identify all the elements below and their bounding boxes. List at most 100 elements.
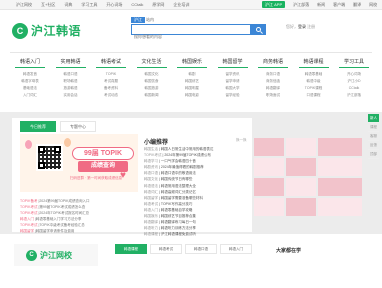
category-link[interactable]: 韩语翻译 — [253, 85, 293, 92]
promo-tile[interactable] — [254, 138, 284, 156]
category-link[interactable]: 开心词场 — [334, 71, 374, 78]
top-link[interactable]: 网校 — [369, 1, 377, 8]
category-link[interactable]: 口语课程 — [294, 92, 334, 99]
category-link[interactable]: CCtalk — [334, 85, 374, 92]
top-link[interactable]: 学习工具 — [81, 1, 97, 8]
promo-tile[interactable] — [318, 198, 362, 216]
promo-tile[interactable] — [286, 178, 316, 196]
top-link[interactable]: 沪江网校 — [16, 1, 32, 8]
category-link[interactable]: 韩语口语 — [51, 71, 91, 78]
category-link[interactable]: 韩语中级 — [294, 78, 334, 85]
category-link[interactable]: 韩国新闻 — [132, 92, 172, 99]
category-link[interactable]: TOPIK — [91, 71, 131, 78]
promo-tile[interactable] — [286, 158, 316, 176]
category-link[interactable]: 旅游韩语 — [51, 85, 91, 92]
category-link[interactable]: 韩国饮食 — [132, 78, 172, 85]
search-button[interactable] — [251, 24, 266, 35]
top-link[interactable]: 沪江部落 — [293, 1, 309, 8]
recommend-title: | 沪江韩语课程免费试听 — [159, 232, 196, 237]
course-tab[interactable]: 韩语口语 — [185, 244, 217, 254]
promo-tile[interactable] — [318, 138, 362, 156]
category-link[interactable]: 韩国综艺 — [172, 78, 212, 85]
promo-tile[interactable] — [318, 178, 362, 196]
school-logo[interactable]: C 沪江网校 — [14, 244, 98, 266]
category-link[interactable]: 留学申请 — [213, 78, 253, 85]
refresh-link[interactable]: 换一换 — [236, 138, 247, 143]
top-link[interactable]: 词典 — [64, 1, 72, 8]
search-input[interactable] — [132, 32, 250, 41]
app-download-link[interactable]: 沪江 APP — [262, 1, 286, 8]
main-tab[interactable]: 今日推荐 — [20, 121, 56, 132]
site-logo[interactable]: C 沪江韩语 — [12, 22, 81, 39]
floating-button[interactable]: 课程 — [368, 123, 379, 132]
category-link[interactable]: 韩国明星 — [172, 85, 212, 92]
category-link[interactable]: 沪江部落 — [334, 92, 374, 99]
category-link[interactable]: 留学资讯 — [213, 71, 253, 78]
search-tab-hujiang[interactable]: 沪江 — [131, 17, 145, 23]
category-column: 韩语考试 TOPIK 考试真题 备考资料 考试动态 — [91, 53, 131, 99]
course-tab[interactable]: 韩语课程 — [115, 244, 147, 254]
category-link[interactable]: 留学经验 — [213, 92, 253, 99]
category-link[interactable]: 职场韩语 — [51, 78, 91, 85]
main-tab[interactable]: 专题中心 — [60, 121, 96, 132]
category-title[interactable]: 实用韩语 — [51, 58, 91, 66]
category-link[interactable]: 实用会话 — [51, 92, 91, 99]
register-link[interactable]: 注册 — [306, 24, 315, 29]
category-title[interactable]: 学习工具 — [334, 58, 374, 66]
top-link[interactable]: 企业培训 — [173, 1, 189, 8]
category-title[interactable]: 韩国娱乐 — [172, 58, 212, 66]
category-link[interactable]: 考试动态 — [91, 92, 131, 99]
category-link[interactable]: 商务信函 — [253, 78, 293, 85]
category-title[interactable]: 商务韩语 — [253, 58, 293, 66]
category-title[interactable]: 韩语入门 — [10, 58, 50, 66]
top-link[interactable]: 客户端 — [333, 1, 345, 8]
category-link[interactable]: 沪江小D — [334, 78, 374, 85]
category-link[interactable]: 职场面试 — [253, 92, 293, 99]
floating-button[interactable]: 新人 — [368, 114, 379, 123]
category-link[interactable]: 韩国大学 — [213, 85, 253, 92]
top-link[interactable]: 新闻 — [317, 1, 325, 8]
category-title[interactable]: 文化生活 — [132, 58, 172, 66]
search-tab-site[interactable]: 站内 — [146, 17, 154, 23]
category-link[interactable]: 考试真题 — [91, 78, 131, 85]
recommend-tag: 韩国生活 — [144, 147, 158, 151]
top-link[interactable]: CCtalk — [131, 1, 143, 8]
promo-tile[interactable] — [254, 158, 284, 176]
category-link[interactable]: 入门词汇 — [10, 92, 50, 99]
recommend-item[interactable]: 韩语课程| 沪江韩语课程免费试听 — [144, 231, 250, 237]
category-title[interactable]: 韩语课程 — [294, 58, 334, 66]
category-link[interactable]: 韩国旅游 — [132, 85, 172, 92]
category-link[interactable]: 韩剧 — [172, 71, 212, 78]
category-link[interactable]: 商务口语 — [253, 71, 293, 78]
top-link[interactable]: 翻译 — [353, 1, 361, 8]
category-link[interactable]: 韩语发音 — [10, 71, 50, 78]
promo-tile[interactable] — [286, 138, 316, 156]
category-link[interactable]: 韩语零基础 — [294, 71, 334, 78]
promo-tile[interactable] — [286, 198, 316, 216]
category-link[interactable]: 基础语法 — [10, 85, 50, 92]
category-link[interactable]: TOPIK课程 — [294, 85, 334, 92]
topik-banner[interactable]: 99届 TOPIK 成绩查询 扫码进群 · 第一时间获取成绩信息 ♥ — [20, 134, 138, 192]
course-tab[interactable]: 韩语考试 — [150, 244, 182, 254]
category-link[interactable]: 韩国文化 — [132, 71, 172, 78]
floating-button[interactable]: 客服 — [368, 132, 379, 141]
left-link-list: TOPIK备考|2024第99届TOPIK成绩查询入口 TOPIK考试|第99届T… — [20, 198, 138, 234]
floating-button[interactable]: 反馈 — [368, 141, 379, 150]
floating-button[interactable]: 顶部 — [368, 150, 379, 159]
category-link[interactable]: 备考资料 — [91, 85, 131, 92]
top-link[interactable]: 开心词场 — [106, 1, 122, 8]
login-link[interactable]: 登录 — [298, 24, 306, 29]
promo-tile[interactable] — [318, 158, 362, 176]
top-link[interactable]: 原学网 — [152, 1, 164, 8]
article-title: |2024第99届TOPIK成绩查询入口 — [38, 199, 90, 203]
category-link[interactable]: 韩国电影 — [172, 92, 212, 99]
promo-tile[interactable] — [254, 178, 284, 196]
course-tab[interactable]: 韩语入门 — [220, 244, 252, 254]
top-link[interactable]: 互+社区 — [41, 1, 55, 8]
recommend-tag: 韩国文化 — [144, 177, 158, 182]
category-title[interactable]: 韩国留学 — [213, 58, 253, 66]
category-title[interactable]: 韩语考试 — [91, 58, 131, 66]
promo-tile[interactable] — [254, 198, 284, 216]
article-link[interactable]: 韩国留学|韩国留学申请条件及费用 — [20, 228, 138, 234]
category-link[interactable]: 韩语字母表 — [10, 78, 50, 85]
